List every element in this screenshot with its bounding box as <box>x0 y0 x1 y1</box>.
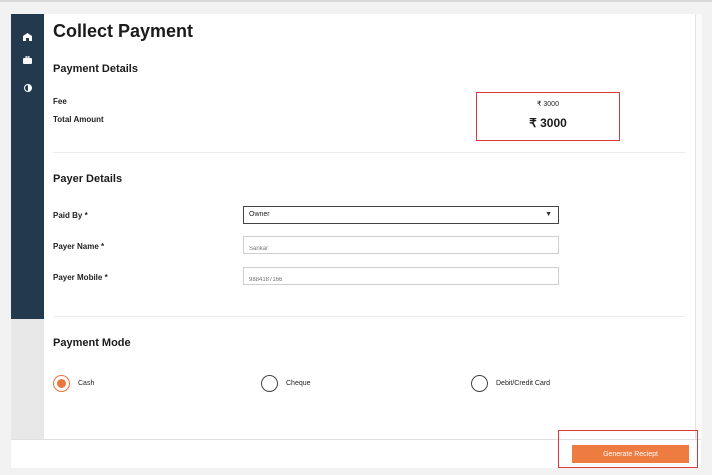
paid-by-label: Paid By * <box>53 211 88 220</box>
payer-name-input[interactable] <box>244 241 558 257</box>
scrollbar-track[interactable] <box>695 14 702 439</box>
payment-details-heading: Payment Details <box>53 63 138 75</box>
radio-dot <box>57 379 66 388</box>
top-border <box>0 0 712 2</box>
radio-label: Cheque <box>286 380 311 387</box>
radio-button[interactable] <box>53 375 70 392</box>
sidebar <box>11 14 44 319</box>
amount-summary-box: ₹ 3000 ₹ 3000 <box>476 92 620 141</box>
radio-cheque[interactable]: Cheque <box>261 375 311 392</box>
briefcase-icon[interactable] <box>22 54 33 65</box>
payment-mode-heading: Payment Mode <box>53 337 131 349</box>
total-amount-value: ₹ 3000 <box>529 116 567 130</box>
chevron-down-icon: ▼ <box>545 211 552 218</box>
fee-value: ₹ 3000 <box>537 101 559 108</box>
radio-label: Cash <box>78 380 95 387</box>
home-icon[interactable] <box>22 31 33 42</box>
radio-label: Debit/Credit Card <box>496 380 551 387</box>
payer-mobile-label: Payer Mobile * <box>53 273 108 282</box>
page-title: Collect Payment <box>53 21 194 41</box>
generate-receipt-button[interactable]: Generate Reciept <box>572 445 689 463</box>
paid-by-select[interactable]: Owner ▼ <box>243 206 559 224</box>
radio-button[interactable] <box>471 375 488 392</box>
radio-button[interactable] <box>261 375 278 392</box>
section-divider <box>53 316 685 317</box>
payer-name-label: Payer Name * <box>53 242 105 251</box>
fee-label: Fee <box>53 97 67 106</box>
total-amount-label: Total Amount <box>53 115 104 124</box>
radio-card[interactable]: Debit/Credit Card <box>471 375 550 392</box>
payment-card <box>44 14 695 439</box>
paid-by-value: Owner <box>249 211 270 218</box>
section-divider <box>53 152 685 153</box>
payer-mobile-input[interactable] <box>244 272 558 288</box>
payer-details-heading: Payer Details <box>53 173 123 185</box>
radio-cash[interactable]: Cash <box>53 375 94 392</box>
contrast-icon[interactable] <box>22 82 33 93</box>
payer-name-field[interactable] <box>243 236 559 257</box>
payer-mobile-field[interactable] <box>243 267 559 288</box>
